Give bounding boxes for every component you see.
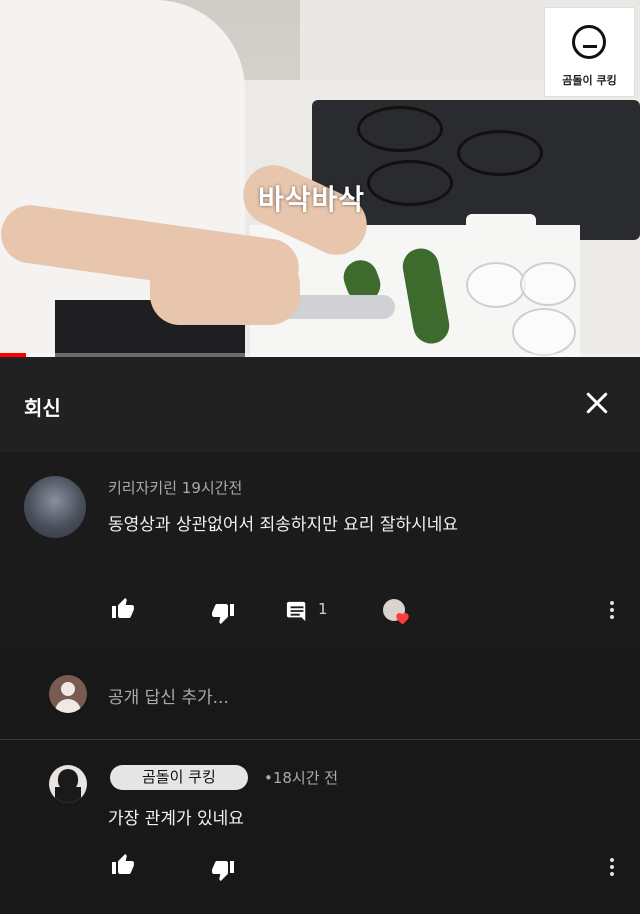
add-reply-section [0,648,640,740]
avatar [49,675,87,713]
comment-author[interactable]: 키리자키린 [108,479,177,497]
avatar[interactable] [24,476,86,538]
reply-count[interactable]: 1 [318,600,328,618]
comment-meta: 키리자키린 19시간전 [108,477,242,498]
original-comment [0,452,640,648]
thumb-up-icon[interactable] [110,597,136,621]
comment-time: 19시간전 [181,479,243,497]
grater [466,214,536,254]
reply-input[interactable]: 공개 답신 추가... [108,683,229,708]
reply-text: 가장 관계가 있네요 [108,809,244,829]
reply-icon[interactable] [285,600,309,622]
video-player[interactable]: 바삭바삭 곰돌이 쿠킹 [0,0,640,357]
stove-grate [367,160,453,206]
thumb-up-icon[interactable] [110,853,136,877]
more-vert-icon[interactable] [610,601,614,622]
thumb-down-icon[interactable] [210,601,236,625]
channel-logo: 곰돌이 쿠킹 [544,7,635,97]
replies-header: 회신 [0,357,640,452]
channel-owner-badge[interactable]: 곰돌이 쿠킹 [110,765,248,790]
reply-time: •18시간 전 [264,769,339,787]
person-hand [150,255,300,325]
avatar-figure [55,787,81,803]
avatar[interactable] [49,765,87,803]
avatar-body [55,699,81,713]
more-vert-icon[interactable] [610,858,614,879]
bowl [466,262,526,308]
creator-heart [383,599,411,627]
heart-icon [396,613,409,625]
panel-title: 회신 [24,396,61,420]
bowl [512,308,576,356]
stove-grate [457,130,543,176]
stove-grate [357,106,443,152]
avatar-head [61,682,75,696]
bowl [520,262,576,306]
comment-text: 동영상과 상관없어서 죄송하지만 요리 잘하시네요 [108,515,459,535]
thumb-down-icon[interactable] [210,858,236,882]
channel-logo-text: 곰돌이 쿠킹 [562,74,617,87]
bowl-logo-icon [572,25,606,59]
video-caption: 바삭바삭 [258,183,366,216]
close-icon[interactable] [582,388,612,418]
